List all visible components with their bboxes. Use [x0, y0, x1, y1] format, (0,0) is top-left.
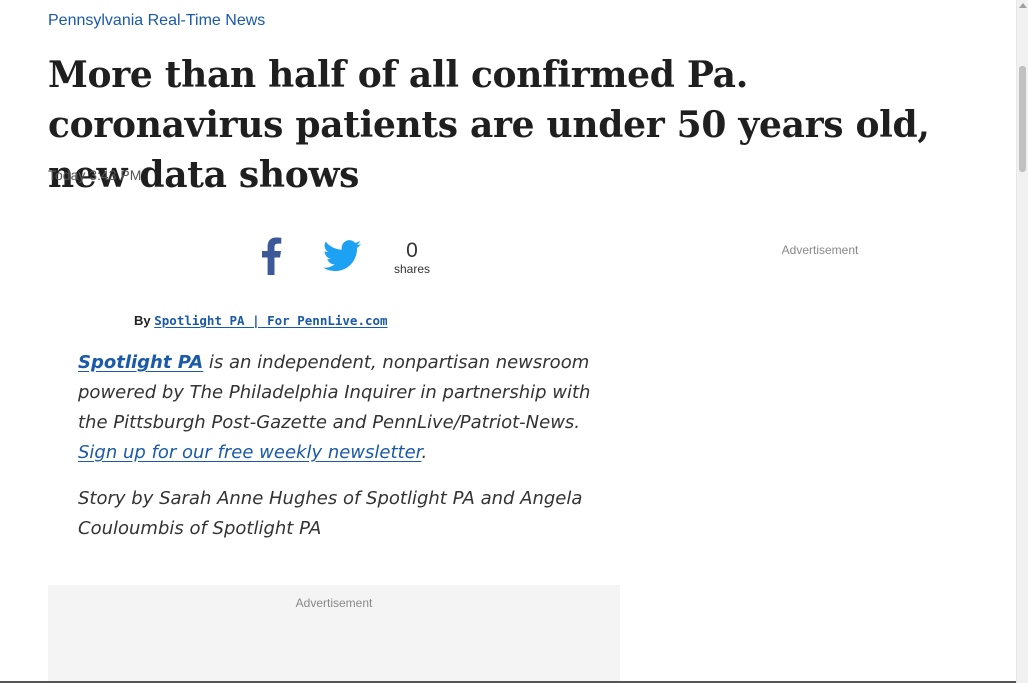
- publish-timestamp: Today 3:43 PM: [48, 167, 142, 183]
- scroll-up-arrow-icon[interactable]: [1019, 3, 1027, 8]
- intro-end: .: [421, 442, 428, 463]
- section-link[interactable]: Pennsylvania Real-Time News: [48, 12, 265, 30]
- byline-author-link[interactable]: Spotlight PA | For PennLive.com: [154, 313, 387, 328]
- story-credit: Story by Sarah Anne Hughes of Spotlight …: [78, 488, 583, 539]
- newsletter-signup-link[interactable]: Sign up for our free weekly newsletter: [78, 442, 421, 463]
- sidebar-advertisement-label: Advertisement: [781, 243, 859, 257]
- spotlight-pa-link[interactable]: Spotlight PA: [78, 352, 203, 373]
- share-bar: 0 shares: [255, 235, 455, 281]
- twitter-icon[interactable]: [323, 239, 361, 273]
- byline-prefix: By: [134, 313, 151, 328]
- byline: By Spotlight PA | For PennLive.com: [134, 313, 388, 328]
- share-count: 0: [406, 239, 418, 262]
- inline-advertisement-label: Advertisement: [295, 596, 373, 610]
- scrollbar-thumb[interactable]: [1019, 66, 1026, 172]
- vertical-scrollbar[interactable]: [1016, 0, 1028, 683]
- intro-paragraph: Spotlight PA is an independent, nonparti…: [78, 348, 608, 468]
- share-label: shares: [393, 262, 431, 276]
- article-page: Pennsylvania Real-Time News More than ha…: [0, 0, 1016, 683]
- inline-advertisement[interactable]: Advertisement: [48, 585, 620, 683]
- headline: More than half of all confirmed Pa. coro…: [48, 54, 930, 196]
- facebook-icon[interactable]: [255, 235, 287, 275]
